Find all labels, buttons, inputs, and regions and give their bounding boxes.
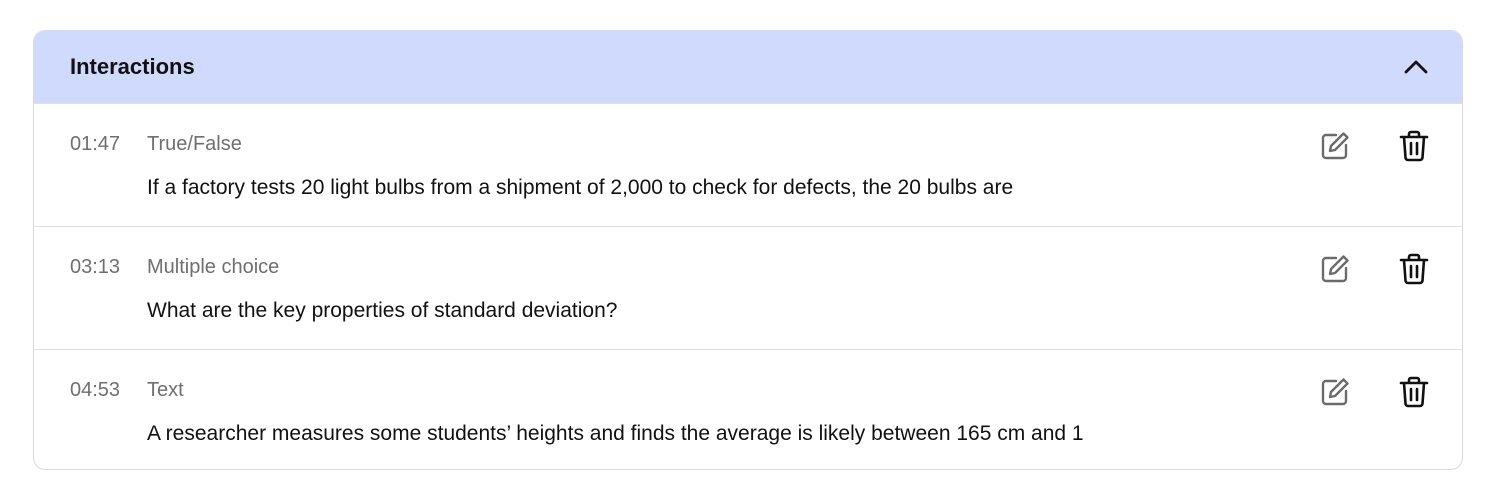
edit-icon [1321,255,1349,283]
edit-button[interactable] [1317,251,1353,287]
interaction-row: 04:53 Text A researcher measures some st… [34,349,1462,469]
interactions-panel: Interactions 01:47 True/False If a facto… [33,30,1463,470]
interaction-type: Multiple choice [147,256,280,278]
edit-button[interactable] [1317,128,1353,164]
interaction-timestamp: 01:47 [70,133,121,155]
interaction-row: 03:13 Multiple choice What are the key p… [34,226,1462,349]
interaction-timestamp: 04:53 [70,379,121,401]
delete-button[interactable] [1396,128,1432,164]
edit-icon [1321,378,1349,406]
delete-button[interactable] [1396,374,1432,410]
trash-icon [1399,253,1429,285]
collapse-button[interactable] [1398,49,1434,85]
interaction-question: A researcher measures some students’ hei… [147,422,1084,445]
interaction-question: If a factory tests 20 light bulbs from a… [147,176,1014,199]
panel-title: Interactions [70,54,195,79]
interaction-timestamp: 03:13 [70,256,121,278]
interaction-type: True/False [147,133,242,155]
chevron-up-icon [1404,60,1428,74]
interaction-type: Text [147,379,184,401]
edit-button[interactable] [1317,374,1353,410]
interaction-row: 01:47 True/False If a factory tests 20 l… [34,103,1462,226]
trash-icon [1399,130,1429,162]
interactions-panel-header[interactable]: Interactions [34,31,1462,103]
interaction-question: What are the key properties of standard … [147,299,618,322]
trash-icon [1399,376,1429,408]
edit-icon [1321,132,1349,160]
delete-button[interactable] [1396,251,1432,287]
